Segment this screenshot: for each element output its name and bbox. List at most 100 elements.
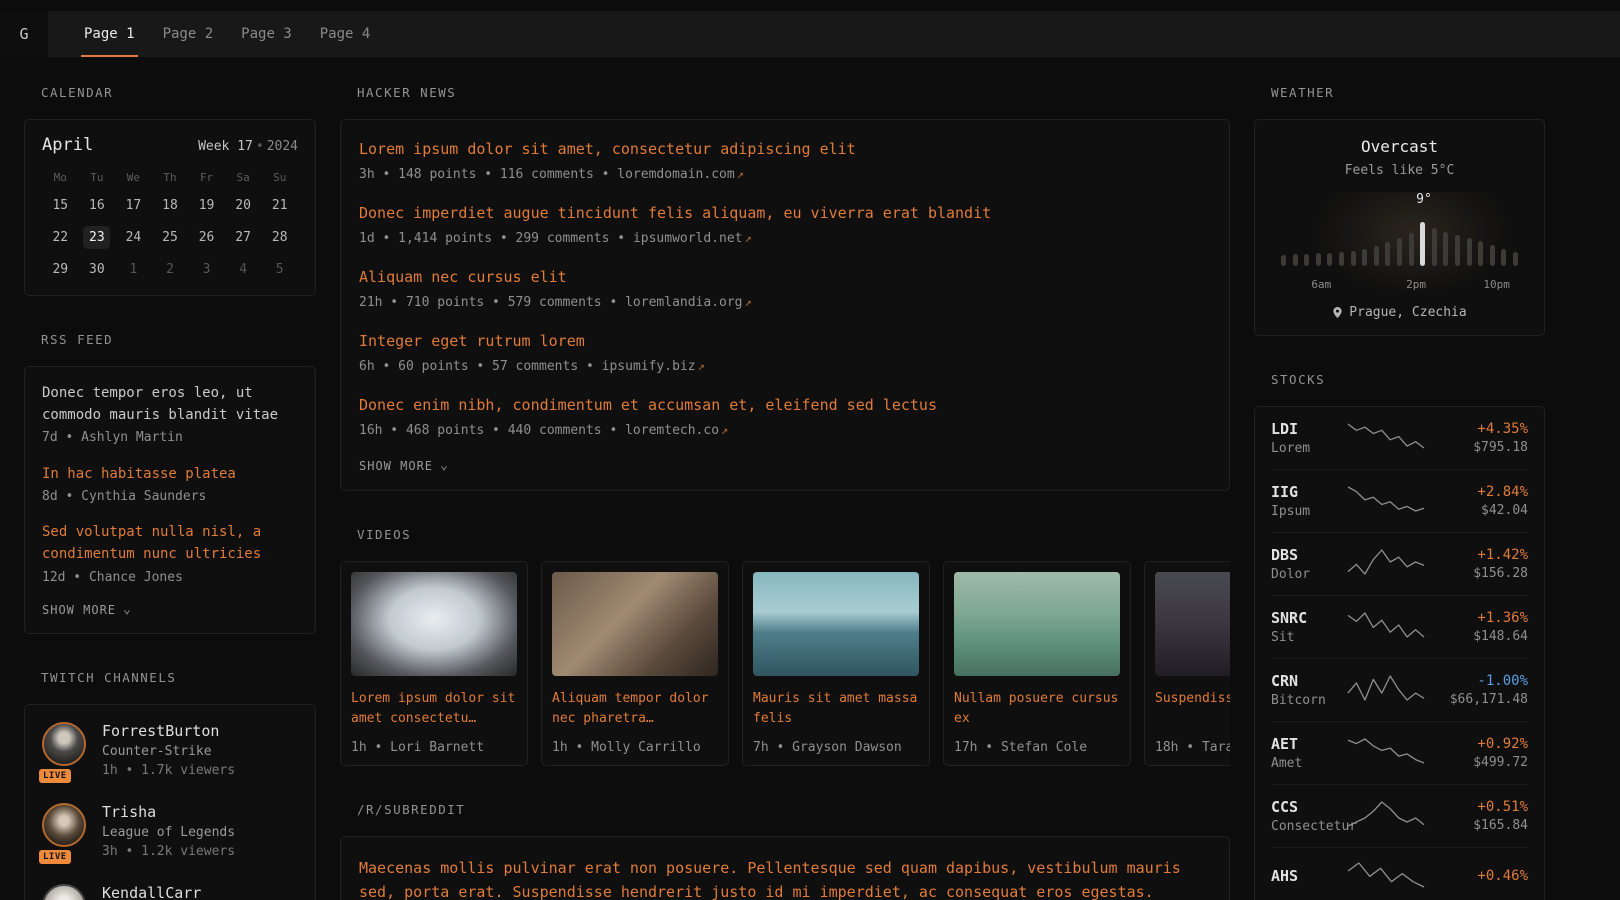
hn-item-domain[interactable]: ipsumworld.net: [633, 231, 743, 246]
channel-info: KendallCarr: [102, 884, 201, 900]
weekday-label: We: [115, 171, 152, 186]
rss-item-title[interactable]: Sed volutpat nulla nisl, a condimentum n…: [42, 522, 298, 565]
stock-row[interactable]: CRN Bitcorn -1.00% $66,171.48: [1271, 658, 1528, 721]
stock-id: LDI Lorem: [1271, 420, 1336, 456]
calendar-day: 26: [188, 225, 225, 250]
twitch-channel[interactable]: LIVE Trisha League of Legends 3h • 1.2k …: [42, 803, 298, 859]
video-card[interactable]: Mauris sit amet massa felis 7h • Grayson…: [742, 561, 930, 766]
weather-bar: [1316, 253, 1321, 266]
stock-row[interactable]: AHS +0.46%: [1271, 847, 1528, 900]
video-title[interactable]: Suspendisse diam: [1155, 689, 1230, 731]
hn-item-meta: 6h • 60 points • 57 comments • ipsumify.…: [359, 358, 1211, 376]
time-label: 2pm: [1406, 278, 1426, 291]
calendar-day-next-month: 4: [225, 257, 262, 282]
video-thumbnail[interactable]: [1155, 572, 1230, 676]
reddit-post-title[interactable]: Maecenas mollis pulvinar erat non posuer…: [359, 856, 1211, 900]
calendar-separator: •: [253, 139, 267, 154]
stock-row[interactable]: IIG Ipsum +2.84% $42.04: [1271, 469, 1528, 532]
avatar: LIVE: [42, 722, 88, 778]
videos-header: VIDEOS: [357, 527, 1230, 542]
stock-name: Dolor: [1271, 567, 1336, 582]
hn-item-title[interactable]: Integer eget rutrum lorem: [359, 331, 1211, 353]
twitch-channel[interactable]: LIVE ForrestBurton Counter-Strike 1h • 1…: [42, 722, 298, 778]
stock-name: Lorem: [1271, 441, 1336, 456]
hn-item-title[interactable]: Donec enim nibh, condimentum et accumsan…: [359, 395, 1211, 417]
tab-page-2[interactable]: Page 2: [149, 11, 228, 57]
video-title[interactable]: Aliquam tempor dolor nec pharetra…: [552, 689, 718, 731]
weather-bar: [1397, 238, 1402, 266]
calendar-day: 16: [79, 193, 116, 218]
stock-sparkline: [1346, 800, 1426, 832]
channel-info: Trisha League of Legends 3h • 1.2k viewe…: [102, 803, 235, 859]
location-label: Prague, Czechia: [1349, 305, 1466, 320]
stock-values: +4.35% $795.18: [1436, 421, 1528, 455]
stock-values: -1.00% $66,171.48: [1436, 673, 1528, 707]
video-thumbnail[interactable]: [351, 572, 517, 676]
calendar-day: 25: [152, 225, 189, 250]
hn-item-title[interactable]: Lorem ipsum dolor sit amet, consectetur …: [359, 139, 1211, 161]
calendar-day: 28: [261, 225, 298, 250]
rss-show-more-button[interactable]: SHOW MORE ⌄: [42, 603, 298, 617]
stock-row[interactable]: AET Amet +0.92% $499.72: [1271, 721, 1528, 784]
calendar-day-today: 23: [79, 225, 116, 250]
stock-row[interactable]: DBS Dolor +1.42% $156.28: [1271, 532, 1528, 595]
rss-item-title[interactable]: In hac habitasse platea: [42, 464, 298, 486]
hn-item-meta: 3h • 148 points • 116 comments • loremdo…: [359, 166, 1211, 184]
video-card[interactable]: Suspendisse diam 18h • Tara: [1144, 561, 1230, 766]
rss-section: RSS FEED Donec tempor eros leo, ut commo…: [24, 332, 316, 634]
stock-values: +1.42% $156.28: [1436, 547, 1528, 581]
stock-sparkline: [1346, 548, 1426, 580]
stock-sparkline: [1346, 611, 1426, 643]
hn-item-title[interactable]: Aliquam nec cursus elit: [359, 267, 1211, 289]
twitch-channel[interactable]: KendallCarr: [42, 884, 298, 900]
video-card[interactable]: Lorem ipsum dolor sit amet consectetu… 1…: [340, 561, 528, 766]
video-thumbnail[interactable]: [552, 572, 718, 676]
video-meta: 1h • Lori Barnett: [351, 740, 517, 755]
weather-graph: 9° 6am 2pm 10pm: [1271, 192, 1528, 292]
video-thumbnail[interactable]: [954, 572, 1120, 676]
hacker-news-header: HACKER NEWS: [357, 85, 1230, 100]
hn-item-domain[interactable]: loremlandia.org: [625, 295, 742, 310]
hn-item-title[interactable]: Donec imperdiet augue tincidunt felis al…: [359, 203, 1211, 225]
stock-id: IIG Ipsum: [1271, 483, 1336, 519]
center-column: HACKER NEWS Lorem ipsum dolor sit amet, …: [340, 85, 1230, 900]
stock-change: -1.00%: [1436, 673, 1528, 689]
stock-change: +2.84%: [1436, 484, 1528, 500]
calendar-day: 18: [152, 193, 189, 218]
tab-page-1[interactable]: Page 1: [70, 11, 149, 57]
stock-row[interactable]: LDI Lorem +4.35% $795.18: [1271, 407, 1528, 469]
stock-row[interactable]: SNRC Sit +1.36% $148.64: [1271, 595, 1528, 658]
tab-page-3[interactable]: Page 3: [227, 11, 306, 57]
stock-sparkline: [1346, 674, 1426, 706]
channel-meta: 3h • 1.2k viewers: [102, 844, 235, 859]
video-card[interactable]: Nullam posuere cursus ex 17h • Stefan Co…: [943, 561, 1131, 766]
stock-change: +1.36%: [1436, 610, 1528, 626]
stock-price: $66,171.48: [1436, 692, 1528, 707]
calendar-header: CALENDAR: [41, 85, 316, 100]
hn-item-domain[interactable]: ipsumify.biz: [602, 359, 696, 374]
stock-change: +0.92%: [1436, 736, 1528, 752]
video-title[interactable]: Lorem ipsum dolor sit amet consectetu…: [351, 689, 517, 731]
video-title[interactable]: Nullam posuere cursus ex: [954, 689, 1120, 731]
left-column: CALENDAR April Week 17•2024 Mo Tu We Th …: [24, 85, 316, 900]
hn-item-domain[interactable]: loremtech.co: [625, 423, 719, 438]
stock-values: +2.84% $42.04: [1436, 484, 1528, 518]
rss-card: Donec tempor eros leo, ut commodo mauris…: [24, 366, 316, 634]
calendar-month: April: [42, 135, 93, 155]
weather-bar: [1409, 233, 1414, 266]
tab-page-4[interactable]: Page 4: [306, 11, 385, 57]
video-title[interactable]: Mauris sit amet massa felis: [753, 689, 919, 731]
stock-row[interactable]: CCS Consectetur +0.51% $165.84: [1271, 784, 1528, 847]
channel-name: ForrestBurton: [102, 722, 235, 740]
app-logo[interactable]: G: [0, 11, 48, 57]
weather-bar: [1467, 238, 1472, 266]
hn-item-domain[interactable]: loremdomain.com: [617, 167, 734, 182]
hn-show-more-button[interactable]: SHOW MORE ⌄: [359, 459, 1211, 473]
stock-price: $499.72: [1436, 755, 1528, 770]
video-thumbnail[interactable]: [753, 572, 919, 676]
channel-avatar: [42, 884, 86, 900]
weather-bar: [1420, 222, 1425, 266]
rss-item-title[interactable]: Donec tempor eros leo, ut commodo mauris…: [42, 383, 298, 426]
video-card[interactable]: Aliquam tempor dolor nec pharetra… 1h • …: [541, 561, 729, 766]
stock-symbol: SNRC: [1271, 609, 1336, 627]
